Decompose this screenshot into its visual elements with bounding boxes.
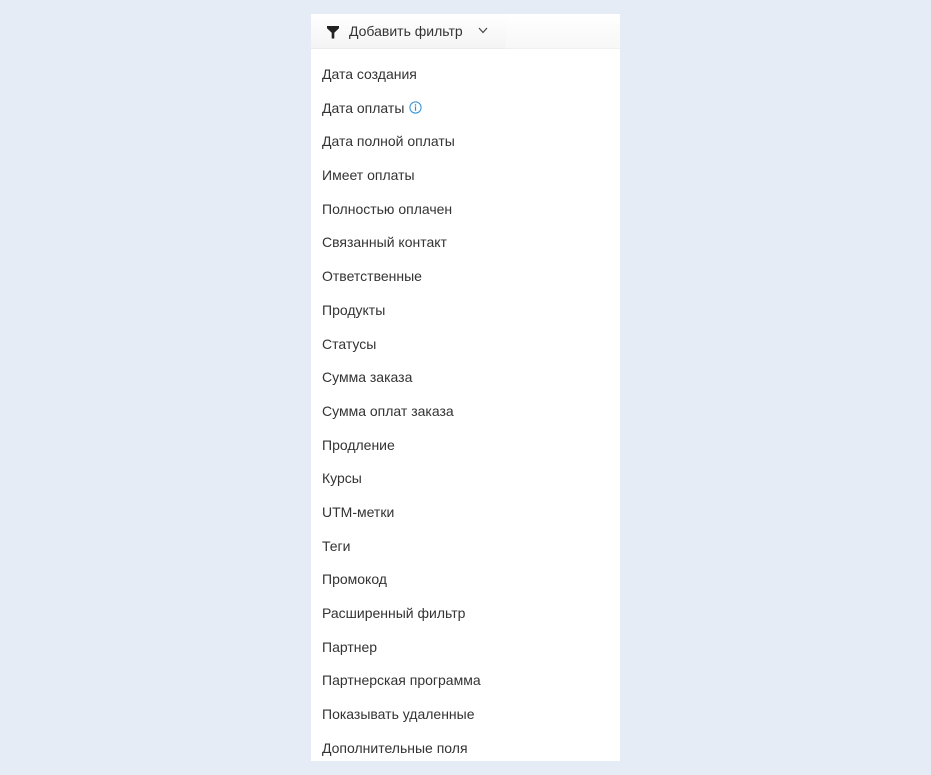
dropdown-header-bar: [506, 14, 620, 49]
menu-item-label: Сумма заказа: [322, 369, 413, 386]
menu-item-payment-date[interactable]: Дата оплаты: [311, 92, 620, 126]
menu-item-has-payments[interactable]: Имеет оплаты: [311, 159, 620, 193]
menu-item-label: Расширенный фильтр: [322, 605, 466, 621]
menu-item-label: Теги: [322, 537, 351, 554]
menu-item-label: Курсы: [322, 470, 362, 487]
filter-options-list: Дата создания Дата оплаты Дата полной оп…: [311, 58, 620, 765]
menu-item-label: Партнерская программа: [322, 672, 481, 689]
menu-item-label: Сумма оплат заказа: [322, 402, 454, 419]
menu-item-order-payments-amount[interactable]: Сумма оплат заказа: [311, 395, 620, 429]
add-filter-button[interactable]: Добавить фильтр: [311, 14, 506, 49]
menu-item-label: Связанный контакт: [322, 234, 447, 251]
funnel-icon: [327, 26, 339, 39]
menu-item-label: Продление: [322, 436, 395, 453]
chevron-down-icon: [478, 27, 488, 34]
menu-item-products[interactable]: Продукты: [311, 294, 620, 328]
menu-item-additional-fields[interactable]: Дополнительные поля: [311, 732, 620, 766]
add-filter-label: Добавить фильтр: [349, 23, 463, 39]
menu-item-full-payment-date[interactable]: Дата полной оплаты: [311, 125, 620, 159]
menu-item-advanced-filter[interactable]: Расширенный фильтр: [311, 597, 620, 631]
menu-item-label: Партнер: [322, 638, 378, 655]
menu-item-label: Дата полной оплаты: [322, 133, 455, 150]
menu-item-label: Дата создания: [322, 66, 417, 82]
menu-item-label: Продукты: [322, 301, 386, 318]
menu-item-order-amount[interactable]: Сумма заказа: [311, 361, 620, 395]
menu-item-label: Показывать удаленные: [322, 706, 475, 723]
info-icon[interactable]: [409, 101, 422, 114]
filter-dropdown-panel: Добавить фильтр Дата создания Дата оплат…: [311, 14, 620, 761]
menu-item-label: Дополнительные поля: [322, 739, 468, 756]
menu-item-label: Имеет оплаты: [322, 167, 415, 184]
menu-item-linked-contact[interactable]: Связанный контакт: [311, 226, 620, 260]
menu-item-responsible[interactable]: Ответственные: [311, 260, 620, 294]
menu-item-partner[interactable]: Партнер: [311, 631, 620, 665]
menu-item-label: UTM-метки: [322, 503, 395, 520]
menu-item-partner-program[interactable]: Партнерская программа: [311, 664, 620, 698]
menu-item-show-deleted[interactable]: Показывать удаленные: [311, 698, 620, 732]
menu-item-tags[interactable]: Теги: [311, 530, 620, 564]
menu-item-label: Полностью оплачен: [322, 200, 453, 217]
menu-item-courses[interactable]: Курсы: [311, 462, 620, 496]
menu-item-label: Ответственные: [322, 268, 422, 285]
menu-item-fully-paid[interactable]: Полностью оплачен: [311, 193, 620, 227]
menu-item-label: Статусы: [322, 335, 377, 352]
menu-item-renewal[interactable]: Продление: [311, 429, 620, 463]
menu-item-date-created[interactable]: Дата создания: [311, 58, 620, 92]
menu-item-label: Дата оплаты: [322, 99, 405, 116]
menu-item-promo-code[interactable]: Промокод: [311, 563, 620, 597]
menu-item-statuses[interactable]: Статусы: [311, 328, 620, 362]
menu-item-label: Промокод: [322, 571, 387, 588]
menu-item-utm-tags[interactable]: UTM-метки: [311, 496, 620, 530]
